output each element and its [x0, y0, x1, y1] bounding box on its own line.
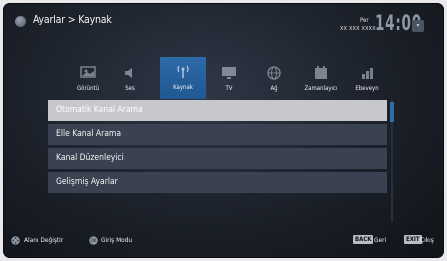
- nav-hint-label: Alanı Değiştir: [24, 236, 64, 244]
- tab-label: Ebeveyn: [355, 85, 379, 92]
- scrollbar-thumb[interactable]: [390, 102, 394, 122]
- svg-text:OK: OK: [91, 238, 97, 243]
- footer-legend: Alanı Değiştir OK Giriş Modu BACK Geri E…: [3, 234, 444, 252]
- tab-zamanlayici[interactable]: Zamanlayıcı: [298, 58, 344, 100]
- brand-logo-icon: [15, 16, 26, 27]
- tab-label: Ses: [125, 85, 135, 92]
- tab-label: TV: [225, 85, 233, 92]
- dpad-icon: [11, 236, 20, 245]
- exit-hint-label: Çıkış: [420, 236, 434, 244]
- tab-label: Zamanlayıcı: [304, 85, 338, 92]
- tab-tv[interactable]: TV: [206, 58, 252, 100]
- tab-label: Görüntü: [76, 85, 100, 92]
- parental-icon: [362, 68, 373, 79]
- category-bar: Görüntü Ses Kaynak TV Ağ Zamanlayıcı Ebe…: [3, 57, 444, 100]
- tab-label: Ağ: [270, 85, 278, 92]
- timer-icon: [315, 66, 327, 79]
- speaker-icon: [125, 68, 132, 78]
- globe-icon: [267, 66, 281, 80]
- tv-icon: [222, 67, 236, 79]
- menu-item-gelismis-ayarlar[interactable]: Gelişmiş Ayarlar: [48, 172, 387, 193]
- back-key-badge: BACK: [353, 235, 374, 244]
- tab-ag[interactable]: Ağ: [251, 58, 297, 100]
- header: Ayarlar > Kaynak Per XX XXX XXXX 14:00 ▾: [3, 3, 444, 45]
- picture-icon: [80, 66, 96, 78]
- tab-kaynak[interactable]: Kaynak: [160, 57, 206, 99]
- tab-label: Kaynak: [173, 84, 193, 91]
- day-label: Per: [360, 17, 369, 24]
- date-label: XX XXX XXXX: [340, 26, 376, 32]
- tab-ebeveyn[interactable]: Ebeveyn: [344, 58, 390, 100]
- tv-settings-screen: Ayarlar > Kaynak Per XX XXX XXXX 14:00 ▾…: [3, 3, 444, 258]
- clock-badge-icon: ▾: [412, 20, 424, 32]
- ok-button-icon: OK: [89, 236, 98, 245]
- tab-goruntu[interactable]: Görüntü: [65, 58, 111, 100]
- menu-item-kanal-duzenleyici[interactable]: Kanal Düzenleyici: [48, 148, 387, 169]
- back-hint-label: Geri: [374, 236, 387, 244]
- breadcrumb: Ayarlar > Kaynak: [33, 14, 112, 26]
- tab-ses[interactable]: Ses: [107, 58, 153, 100]
- source-menu: Otomatik Kanal Arama Elle Kanal Arama Ka…: [48, 100, 387, 196]
- ok-hint-label: Giriş Modu: [101, 236, 133, 244]
- exit-key-badge: EXIT: [404, 235, 422, 244]
- antenna-icon: [177, 65, 189, 78]
- menu-item-elle-kanal-arama[interactable]: Elle Kanal Arama: [48, 124, 387, 145]
- menu-item-otomatik-kanal-arama[interactable]: Otomatik Kanal Arama: [48, 100, 387, 121]
